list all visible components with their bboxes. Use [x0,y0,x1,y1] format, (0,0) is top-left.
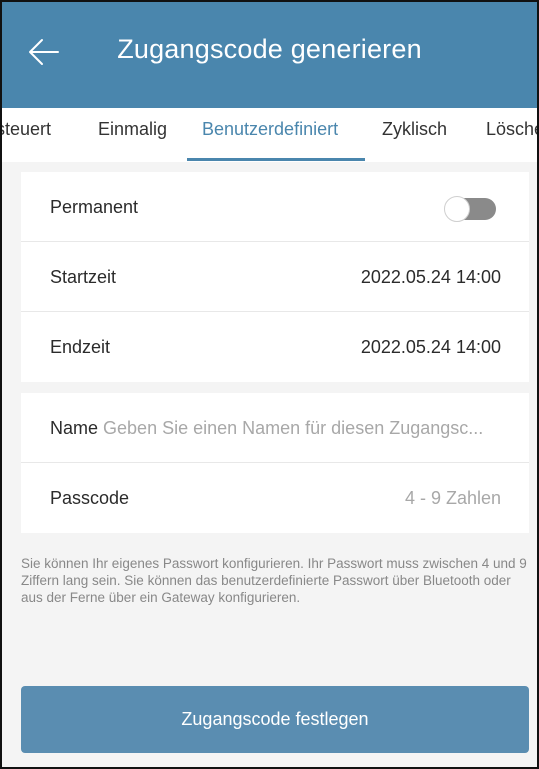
start-time-value[interactable]: 2022.05.24 14:00 [361,242,501,312]
active-tab-indicator [187,158,365,161]
end-time-value[interactable]: 2022.05.24 14:00 [361,312,501,382]
app-screen: Zugangscode generieren steuert Einmalig … [0,0,539,769]
passcode-hint-text: Sie können Ihr eigenes Passwort konfigur… [21,556,527,605]
permanent-toggle[interactable] [444,196,496,222]
set-passcode-button[interactable]: Zugangscode festlegen [21,686,529,753]
tab-loeschen[interactable]: Lösche [486,108,537,162]
name-input[interactable] [103,418,504,439]
start-time-row[interactable]: Startzeit 2022.05.24 14:00 [21,242,529,312]
end-time-label: Endzeit [50,337,111,357]
end-time-row[interactable]: Endzeit 2022.05.24 14:00 [21,312,529,382]
tab-benutzerdefiniert[interactable]: Benutzerdefiniert [202,108,338,162]
name-row: Name [21,393,529,463]
time-settings-card: Permanent Startzeit 2022.05.24 14:00 End… [21,172,529,382]
passcode-input[interactable]: 4 - 9 Zahlen [405,463,501,533]
permanent-label: Permanent [50,197,139,217]
tab-ferngesteuert[interactable]: steuert [2,108,51,162]
code-settings-card: Name Passcode 4 - 9 Zahlen [21,393,529,533]
tab-zyklisch[interactable]: Zyklisch [382,108,447,162]
app-header: Zugangscode generieren [2,2,537,108]
start-time-label: Startzeit [50,267,117,287]
permanent-row: Permanent [21,172,529,242]
toggle-knob [444,196,470,222]
name-label: Name [50,418,99,438]
passcode-row: Passcode 4 - 9 Zahlen [21,463,529,533]
passcode-label: Passcode [50,488,130,508]
page-title: Zugangscode generieren [117,34,422,64]
tab-bar: steuert Einmalig Benutzerdefiniert Zykli… [2,108,537,162]
tab-einmalig[interactable]: Einmalig [98,108,167,162]
